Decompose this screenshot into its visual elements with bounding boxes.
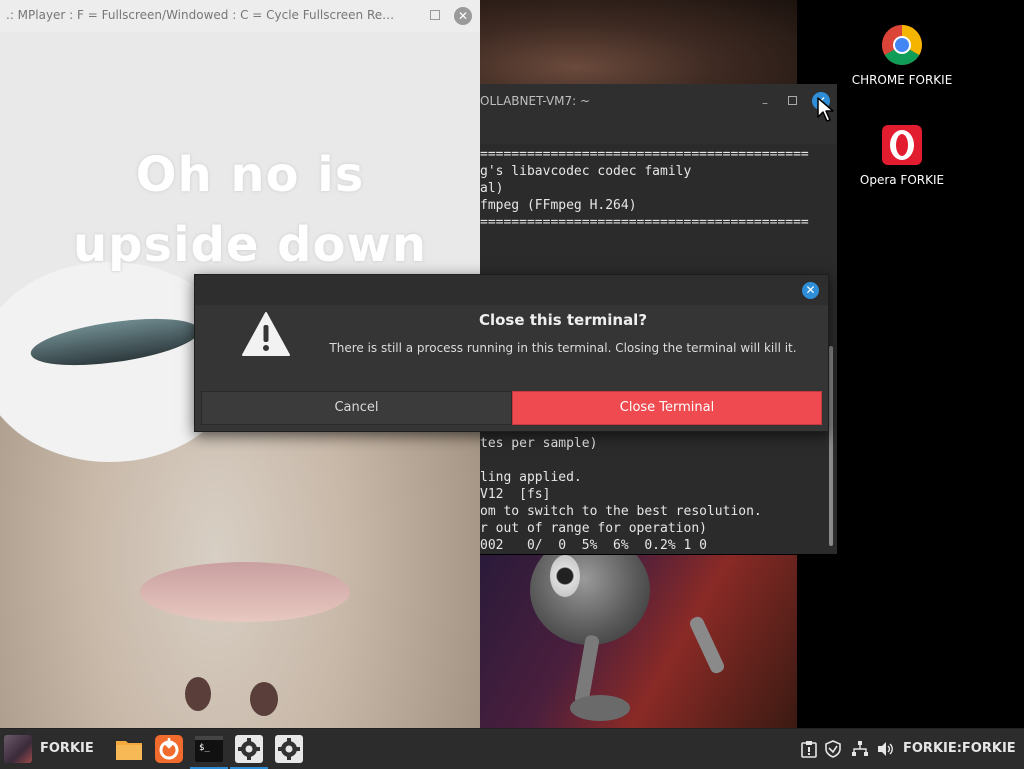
- desktop: .: MPlayer : F = Fullscreen/Windowed : C…: [0, 0, 1024, 728]
- terminal-line: ling applied.: [480, 470, 582, 485]
- video-nostril: [250, 682, 278, 716]
- close-icon[interactable]: ✕: [802, 282, 819, 299]
- settings-icon[interactable]: [234, 734, 264, 764]
- desktop-icon-chrome[interactable]: CHROME FORKIE: [842, 24, 962, 87]
- background-video-frame-top: [480, 0, 797, 84]
- svg-text:$_: $_: [199, 743, 210, 753]
- taskbar: FORKIE $_ FORKIE:FORKIE: [0, 728, 1024, 769]
- close-button[interactable]: ✕: [454, 7, 472, 25]
- opera-icon: [882, 125, 922, 165]
- video-overlay-text: Oh no is upside down: [60, 140, 440, 280]
- scrollbar[interactable]: [829, 346, 833, 546]
- mplayer-titlebar[interactable]: .: MPlayer : F = Fullscreen/Windowed : C…: [0, 0, 480, 33]
- overlay-line-2: upside down: [72, 217, 428, 273]
- overlay-line-1: Oh no is: [135, 147, 365, 203]
- network-icon[interactable]: [851, 740, 869, 758]
- video-nostril: [185, 677, 211, 711]
- terminal-line: 002 0/ 0 5% 6% 0.2% 1 0: [480, 538, 707, 553]
- terminal-line: V12 [fs]: [480, 487, 551, 502]
- chrome-icon: [882, 25, 922, 65]
- terminal-line: tes per sample): [480, 436, 598, 451]
- robot-body: [530, 555, 650, 645]
- terminal-line: ========================================…: [480, 147, 809, 162]
- taskbar-username[interactable]: FORKIE: [40, 741, 94, 756]
- minimize-button[interactable]: –: [762, 96, 768, 110]
- terminal-line: r out of range for operation): [480, 521, 707, 536]
- maximize-button[interactable]: [430, 10, 440, 20]
- maximize-button[interactable]: [788, 96, 797, 105]
- terminal-line: om to switch to the best resolution.: [480, 504, 762, 519]
- mouse-cursor-icon: [817, 97, 834, 122]
- files-icon[interactable]: [114, 734, 144, 764]
- robot-leg: [687, 614, 727, 676]
- volume-icon[interactable]: [877, 740, 895, 758]
- cancel-button[interactable]: Cancel: [201, 391, 512, 425]
- shield-icon[interactable]: [825, 740, 841, 758]
- terminal-line: fmpeg (FFmpeg H.264): [480, 198, 637, 213]
- robot-eye: [550, 555, 580, 597]
- taskbar-hostname[interactable]: FORKIE:FORKIE: [903, 741, 1016, 756]
- mplayer-title: .: MPlayer : F = Fullscreen/Windowed : C…: [6, 8, 398, 22]
- terminal-line: al): [480, 181, 504, 196]
- background-video-frame-bottom: [480, 555, 797, 728]
- close-terminal-dialog[interactable]: ✕ Close this terminal? There is still a …: [194, 274, 829, 432]
- avatar[interactable]: [4, 735, 32, 763]
- dialog-titlebar[interactable]: ✕: [195, 275, 828, 305]
- desktop-icon-label: CHROME FORKIE: [851, 73, 953, 87]
- clipboard-icon[interactable]: [801, 740, 817, 758]
- settings-icon[interactable]: [274, 734, 304, 764]
- desktop-icon-label: Opera FORKIE: [859, 173, 945, 187]
- terminal-line: g's libavcodec codec family: [480, 164, 692, 179]
- warning-icon: [242, 312, 290, 356]
- terminal-titlebar[interactable]: OLLABNET-VM7: ~ – ✕: [480, 84, 837, 144]
- updater-icon[interactable]: [154, 734, 184, 764]
- terminal-title: OLLABNET-VM7: ~: [480, 94, 591, 108]
- robot-foot: [570, 695, 630, 721]
- video-mouth-region: [140, 562, 350, 622]
- close-terminal-button[interactable]: Close Terminal: [512, 391, 822, 425]
- dialog-message: There is still a process running in this…: [329, 341, 797, 355]
- dialog-heading: Close this terminal?: [478, 311, 648, 329]
- terminal-line: ========================================…: [480, 215, 809, 230]
- terminal-icon[interactable]: $_: [194, 734, 224, 764]
- desktop-icon-opera[interactable]: Opera FORKIE: [842, 124, 962, 187]
